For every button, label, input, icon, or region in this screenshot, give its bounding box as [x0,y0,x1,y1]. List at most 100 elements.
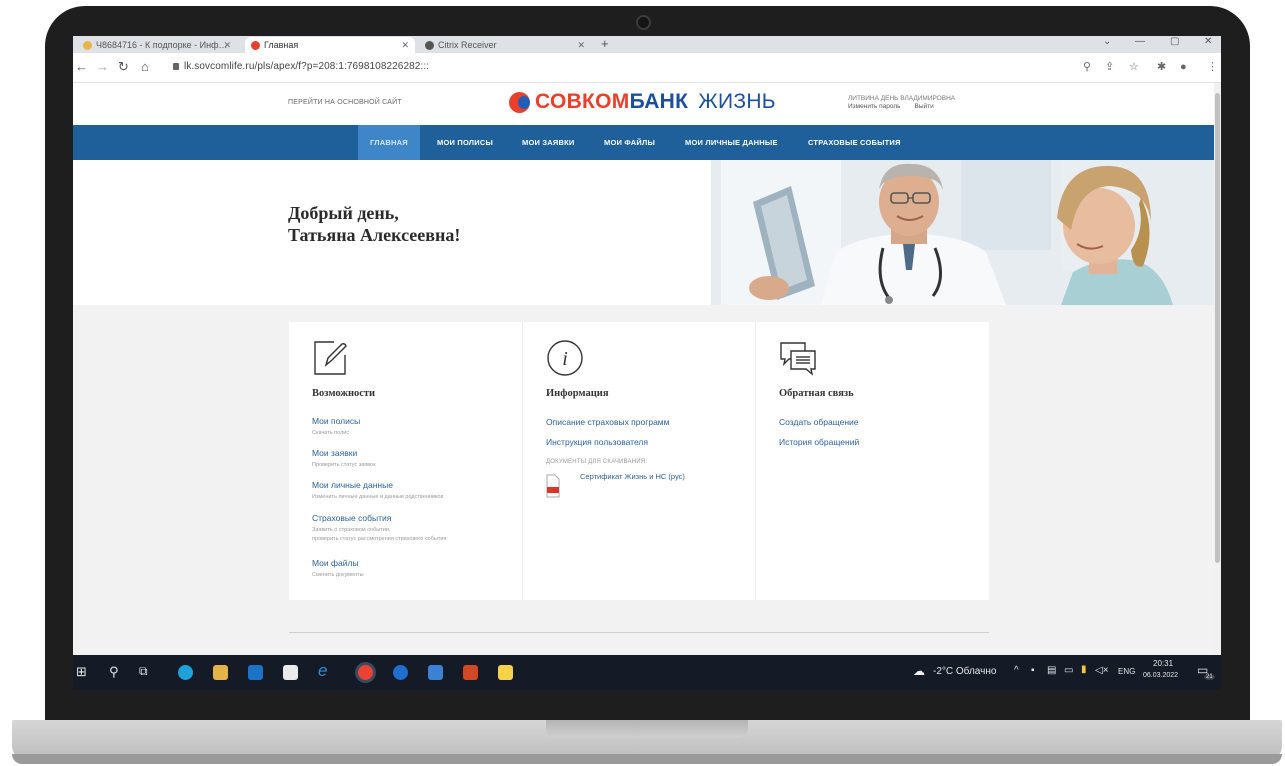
mail-favicon-icon [83,40,92,50]
user-name: ЛИТВИНА ДЕНЬ ВЛАДИМИРОВНА [848,95,956,102]
feedback-column: Обратная связь Создать обращение История… [755,322,988,600]
sovcom-favicon-icon [251,40,260,50]
weather-text[interactable]: -2°C Облачно [933,666,996,677]
change-password-link[interactable]: Изменить пароль [848,103,901,111]
back-arrow-icon[interactable]: ← [75,59,88,75]
hero-banner: Добрый день, Татьяна Алексеевна! [73,160,1214,305]
nav-my-personal-data[interactable]: МОИ ЛИЧНЫЕ ДАННЫЕ [685,125,778,160]
network-icon[interactable]: ▪ [1031,665,1035,676]
chevron-up-icon[interactable]: ^ [1014,665,1019,676]
browser-toolbar: ← → ↻ ⌂ lk.sovcomlife.ru/pls/apex/f?p=20… [73,53,1221,83]
sovcombank-logo-icon [509,91,530,113]
nav-insurance-events[interactable]: СТРАХОВЫЕ СОБЫТИЯ [808,125,901,160]
laptop-base-edge [12,754,1282,764]
scrollbar-thumb[interactable] [1215,93,1220,563]
page-scrollbar[interactable] [1214,83,1221,655]
address-bar[interactable]: lk.sovcomlife.ru/pls/apex/f?p=208:1:7698… [173,61,429,72]
sticky-notes-icon[interactable] [498,665,513,680]
nav-my-policies[interactable]: МОИ ПОЛИСЫ [437,125,493,160]
info-column: i Информация Описание страховых программ… [522,322,755,600]
battery-icon[interactable]: ▮ [1081,664,1087,675]
share-icon[interactable]: ⇪ [1105,60,1114,74]
volume-muted-icon[interactable]: ◁× [1095,665,1109,676]
browser-tab-active[interactable]: Главная ✕ [245,37,415,53]
my-requests-link[interactable]: Мои заявки [312,448,357,458]
hero-illustration [711,160,1214,305]
language-indicator[interactable]: ENG [1118,667,1135,676]
file-explorer-icon[interactable] [213,665,228,680]
bookmark-star-icon[interactable]: ☆ [1129,60,1139,74]
programs-description-link[interactable]: Описание страховых программ [546,417,670,427]
forward-arrow-icon[interactable]: → [96,59,109,75]
reload-icon[interactable]: ↻ [118,59,129,75]
my-personal-data-link[interactable]: Мои личные данные [312,480,393,490]
dashboard-content: Возможности Мои полисы Скачать полис Мои… [73,305,1214,655]
new-tab-icon[interactable]: + [601,37,609,51]
chrome-icon[interactable] [358,665,373,680]
insurance-events-desc: Заявить о страховом событии, [312,527,391,533]
search-icon[interactable]: ⚲ [109,664,119,680]
webcam [636,15,651,30]
maximize-icon[interactable]: ▢ [1170,36,1179,47]
display-icon[interactable]: ▭ [1064,665,1073,676]
minimize-icon[interactable]: — [1135,36,1145,47]
insurance-events-link[interactable]: Страховые события [312,513,391,523]
close-window-icon[interactable]: ✕ [1204,36,1212,47]
store-icon[interactable] [283,665,298,680]
windows-start-icon[interactable]: ⊞ [76,665,87,679]
chevron-down-icon[interactable]: ⌄ [1103,36,1111,47]
close-tab-icon[interactable]: ✕ [577,40,585,51]
nav-home[interactable]: ГЛАВНАЯ [358,125,420,160]
doctor-patient-photo [711,160,1214,305]
feedback-title: Обратная связь [779,388,854,399]
greeting: Добрый день, Татьяна Алексеевна! [288,203,461,245]
my-requests-desc: Проверить статус заявок [312,462,376,468]
logout-link[interactable]: Выйти [915,103,934,111]
my-files-desc: Сменить документы [312,572,364,578]
remote-desktop-icon[interactable] [428,665,443,680]
nav-my-files[interactable]: МОИ ФАЙЛЫ [604,125,655,160]
internet-explorer-icon[interactable]: e [318,661,327,681]
citrix-icon[interactable] [393,665,408,680]
close-tab-icon[interactable]: ✕ [223,40,231,51]
edit-pencil-icon [314,341,347,375]
browser-tab[interactable]: Citrix Receiver ✕ [419,37,591,53]
citrix-favicon-icon [425,40,434,50]
printer-icon[interactable]: ▤ [1047,665,1056,676]
svg-text:i: i [562,348,568,370]
extensions-icon[interactable]: ✱ [1157,60,1166,74]
edge-browser-icon[interactable] [178,665,193,680]
clock-date[interactable]: 06.03.2022 [1143,672,1178,679]
request-history-link[interactable]: История обращений [779,437,859,447]
laptop-notch [546,720,748,738]
profile-icon[interactable]: ● [1180,60,1187,74]
chat-bubbles-icon [780,342,816,376]
info-icon: i [547,340,583,376]
powerpoint-icon[interactable] [463,665,478,680]
zoom-icon[interactable]: ⚲ [1083,60,1091,74]
sovcombank-logo[interactable]: СОВКОМБАНК ЖИЗНЬ [509,91,776,113]
browser-tabstrip: Ч8684716 - К подпорке - Инф… ✕ Главная ✕… [73,36,1221,53]
cloud-weather-icon: ☁ [913,664,925,678]
outlook-icon[interactable] [248,665,263,680]
user-manual-link[interactable]: Инструкция пользователя [546,437,648,447]
nav-my-requests[interactable]: МОИ ЗАЯВКИ [522,125,574,160]
windows-taskbar: ⊞ ⚲ ⧉ e ☁ -2°C Облачно ^ ▪ ▤ ▭ ▮ ◁× ENG … [73,655,1221,690]
user-box: ЛИТВИНА ДЕНЬ ВЛАДИМИРОВНА Изменить парол… [848,95,955,111]
create-request-link[interactable]: Создать обращение [779,417,859,427]
menu-dots-icon[interactable]: ⋮ [1207,60,1218,74]
clock-time[interactable]: 20:31 [1153,659,1173,668]
my-personal-data-desc: Изменить личные данные и данные родствен… [312,494,444,500]
dashboard-panel: Возможности Мои полисы Скачать полис Мои… [289,322,989,600]
my-policies-link[interactable]: Мои полисы [312,416,360,426]
my-files-link[interactable]: Мои файлы [312,558,359,568]
close-tab-icon[interactable]: ✕ [401,40,409,51]
browser-tab[interactable]: Ч8684716 - К подпорке - Инф… ✕ [77,37,237,53]
home-icon[interactable]: ⌂ [141,59,149,75]
site-header: ПЕРЕЙТИ НА ОСНОВНОЙ САЙТ СОВКОМБАНК ЖИЗНЬ… [73,83,1221,125]
certificate-download-link[interactable]: Сертификат Жизнь и НС (рус) [580,472,685,481]
task-view-icon[interactable]: ⧉ [139,664,148,679]
pdf-file-icon[interactable] [546,474,560,498]
main-site-link[interactable]: ПЕРЕЙТИ НА ОСНОВНОЙ САЙТ [288,99,402,106]
main-nav: ГЛАВНАЯ МОИ ПОЛИСЫ МОИ ЗАЯВКИ МОИ ФАЙЛЫ … [73,125,1214,160]
